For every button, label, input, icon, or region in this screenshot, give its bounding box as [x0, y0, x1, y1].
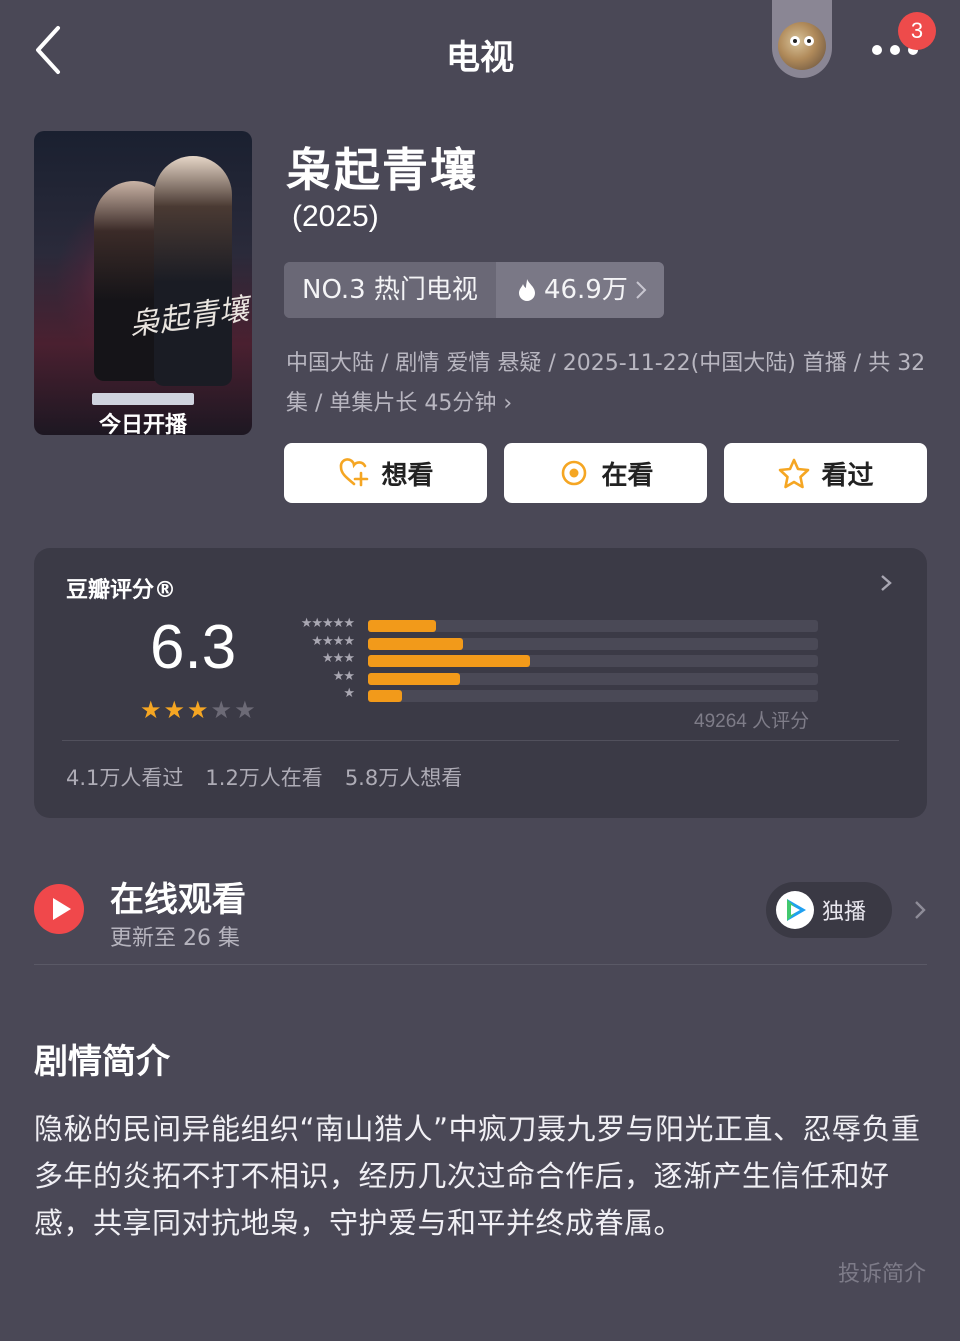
rating-distribution: ★★★★★ ★★★★ ★★★ ★★ ★ [278, 616, 818, 710]
play-icon[interactable] [34, 884, 84, 934]
tencent-video-icon [776, 891, 814, 929]
poster-banner: 今日开播 [98, 413, 187, 435]
rating-bar-track [368, 655, 818, 667]
show-meta[interactable]: 中国大陆 / 剧情 爱情 悬疑 / 2025-11-22(中国大陆) 首播 / … [286, 344, 936, 424]
chevron-right-icon[interactable] [912, 896, 930, 924]
star-filled-icon: ★ [187, 696, 209, 724]
notification-badge: 3 [898, 12, 936, 50]
rating-bar-fill [368, 637, 463, 650]
star-filled-icon: ★ [140, 696, 162, 724]
audience-stats: 4.1万人看过 1.2万人在看 5.8万人想看 [66, 762, 462, 792]
row-stars-icon: ★★★ [322, 651, 355, 666]
rating-title: 豆瓣评分® [66, 578, 177, 603]
avatar[interactable] [772, 0, 832, 78]
rating-bar-track [368, 637, 818, 650]
watching-count: 1.2万人在看 [205, 766, 323, 790]
rating-row-3-star: ★★★ [278, 651, 818, 667]
rating-score: 6.3 [150, 613, 237, 682]
rating-bar-fill [368, 690, 402, 702]
rating-row-1-star: ★ [278, 686, 818, 702]
update-status: 更新至 26 集 [110, 926, 240, 951]
avatar-eye-left [790, 36, 800, 46]
row-stars-icon: ★ [343, 686, 355, 701]
watched-button[interactable]: 看过 [724, 443, 927, 503]
poster-ribbon [92, 393, 194, 405]
rating-bar-track [368, 620, 818, 632]
poster-image[interactable]: 枭起青壤 今日开播 [34, 131, 252, 435]
rating-row-4-star: ★★★★ [278, 634, 818, 650]
want-to-watch-button[interactable]: 想看 [284, 443, 487, 503]
want-to-watch-label: 想看 [381, 460, 434, 491]
want-count: 5.8万人想看 [344, 766, 463, 790]
divider [34, 964, 927, 965]
watching-button[interactable]: 在看 [504, 443, 707, 503]
rating-bar-fill [368, 620, 436, 632]
synopsis-title: 剧情简介 [34, 1042, 170, 1082]
online-watch-title: 在线观看 [110, 880, 246, 920]
rating-stars: ★ ★ ★ ★ ★ [140, 696, 256, 724]
watching-label: 在看 [601, 460, 654, 491]
exclusive-label: 独播 [822, 900, 867, 925]
heart-plus-icon [340, 458, 369, 487]
poster-figure-right [154, 156, 232, 386]
star-empty-icon: ★ [210, 696, 233, 724]
avatar-image [778, 22, 826, 70]
rating-bar-track [368, 672, 818, 685]
rank-label: NO.3 热门电视 [284, 262, 496, 318]
synopsis-text: 隐秘的民间异能组织“南山猎人”中疯刀聂九罗与阳光正直、忍辱负重多年的炎拓不打不相… [34, 1112, 921, 1240]
exclusive-platform-button[interactable]: 独播 [766, 882, 892, 938]
rating-row-2-star: ★★ [278, 669, 818, 685]
rating-bar-fill [368, 672, 461, 685]
target-icon [562, 460, 587, 486]
chevron-right-icon[interactable] [877, 568, 897, 598]
chevron-right-icon [636, 281, 647, 299]
watched-count: 4.1万人看过 [66, 766, 184, 790]
fire-icon [518, 279, 535, 301]
top-bar: 电视 3 [0, 0, 960, 100]
rating-card[interactable]: 豆瓣评分® 6.3 ★ ★ ★ ★ ★ ★★★★★ ★★★★ ★★★ ★★ ★ 49264 人评… [34, 548, 927, 818]
show-title: 枭起青壤 [286, 143, 478, 197]
star-empty-icon: ★ [234, 696, 256, 724]
watched-label: 看过 [821, 460, 874, 491]
row-stars-icon: ★★★★ [311, 633, 355, 649]
back-arrow-icon[interactable] [30, 22, 70, 78]
report-synopsis-link[interactable]: 投诉简介 [838, 1256, 926, 1288]
rating-bar-fill [368, 655, 530, 667]
star-outline-icon [779, 458, 810, 489]
online-watch-row[interactable]: 在线观看 更新至 26 集 独播 [34, 860, 927, 964]
ranking-pill[interactable]: NO.3 热门电视 46.9万 [284, 262, 664, 318]
heat-section: 46.9万 [495, 262, 664, 318]
avatar-eye-right [804, 36, 814, 46]
rating-count: 49264 人评分 [694, 711, 810, 732]
rating-row-5-star: ★★★★★ [278, 616, 818, 632]
star-filled-icon: ★ [163, 696, 186, 724]
row-stars-icon: ★★ [332, 668, 355, 684]
row-stars-icon: ★★★★★ [300, 616, 355, 631]
rating-bar-track [368, 690, 818, 702]
heat-value: 46.9万 [543, 275, 628, 305]
show-year: (2025) [292, 200, 379, 233]
divider [62, 740, 899, 741]
